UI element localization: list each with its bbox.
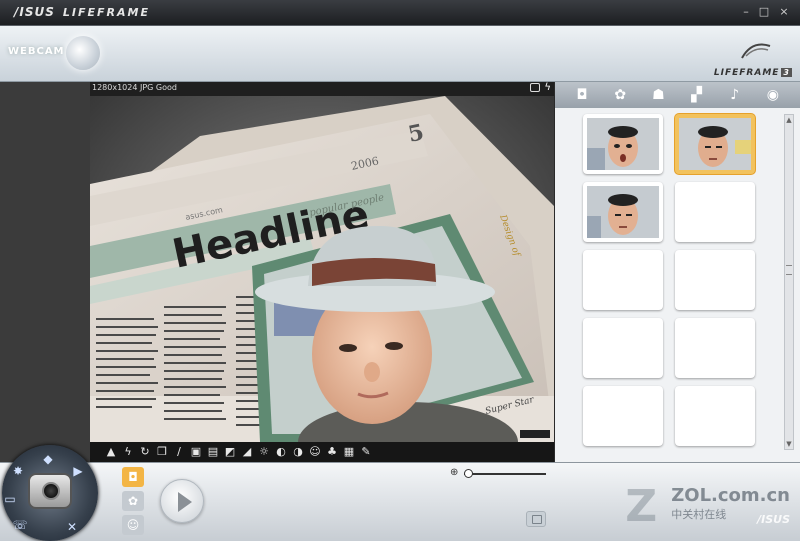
gallery-tab-icon[interactable]: ▞ — [686, 86, 708, 104]
scroll-down-icon[interactable]: ▼ — [785, 439, 793, 449]
watermark-z-icon: Z — [625, 481, 658, 532]
thumbnail-7[interactable] — [583, 318, 663, 378]
thumbnail-photo — [587, 118, 659, 170]
scene-icon[interactable]: ▲ — [104, 445, 118, 459]
watermark: Z ZOL.com.cn 中关村在线 /ISUS — [625, 485, 790, 529]
control-bar: ◆ ▶ ✸ ▭ ☏ ✕ ◘ ✿ ☺ ⊕ Z ZOL.com.cn 中关村在线 /… — [0, 445, 800, 541]
mode-label: WEBCAM — [8, 46, 65, 57]
thumbnail-9[interactable] — [583, 386, 663, 446]
color-balance-icon[interactable]: ♣ — [325, 445, 339, 459]
thumbnail-4[interactable] — [675, 182, 755, 242]
lifeframe-window: /ISUS LIFEFRAME – □ × WEBCAM LIFEFRAME 3 1… — [0, 0, 800, 541]
capture-format-label: 1280x1024 JPG Good — [92, 83, 177, 92]
maximize-button[interactable]: □ — [756, 5, 772, 19]
thumbnail-8[interactable] — [675, 318, 755, 378]
header-band: WEBCAM LIFEFRAME 3 — [0, 26, 800, 82]
thumbnail-photo — [587, 186, 659, 238]
logo-text: LIFEFRAME — [713, 68, 780, 78]
frame-logo — [520, 430, 550, 438]
window-icon[interactable]: ▦ — [342, 445, 356, 459]
gradient-icon[interactable]: ◢ — [240, 445, 254, 459]
frame-icon[interactable]: ▣ — [189, 445, 203, 459]
camera-tab-icon[interactable]: ◘ — [571, 86, 593, 104]
thumbnail-10[interactable] — [675, 386, 755, 446]
person-left-eye — [339, 344, 357, 352]
dial-screen-icon[interactable]: ▭ — [0, 489, 20, 509]
gallery-tabs: ◘ ✿ ☗ ▞ ♪ ◉ — [555, 82, 800, 108]
thumbnail-1[interactable] — [583, 114, 663, 174]
lifeframe-swoosh-icon — [741, 43, 771, 59]
gallery-panel: ◘ ✿ ☗ ▞ ♪ ◉ ▲ ▼ — [555, 82, 800, 462]
face-tab-icon[interactable]: ☗ — [647, 86, 669, 104]
camera-preview: 5 2006 asus.com Headline popular people … — [90, 96, 554, 442]
wrench-icon[interactable]: ✎ — [359, 445, 373, 459]
flash-icon[interactable]: ϟ — [544, 82, 551, 94]
contrast-icon[interactable]: ◐ — [274, 445, 288, 459]
photo-mode-button[interactable]: ◘ — [122, 467, 144, 487]
zoom-icon: ⊕ — [450, 467, 459, 478]
microphone-tab-icon[interactable]: ♪ — [724, 86, 746, 104]
thumbnail-photo — [679, 118, 751, 170]
minimize-button[interactable]: – — [738, 5, 754, 19]
dial-up-icon[interactable]: ◆ — [38, 449, 58, 469]
person-right-eye — [385, 342, 403, 350]
zoom-knob[interactable] — [464, 469, 474, 478]
scroll-up-icon[interactable]: ▲ — [785, 115, 793, 125]
brightness-icon[interactable]: ☼ — [257, 445, 271, 459]
thumbnail-3[interactable] — [583, 182, 663, 242]
capture-play-button[interactable] — [160, 479, 204, 523]
preview-info-bar: 1280x1024 JPG Good ϟ — [90, 82, 554, 96]
mode-dial[interactable]: ◆ ▶ ✸ ▭ ☏ ✕ — [2, 445, 98, 541]
layers-icon[interactable]: ❐ — [155, 445, 169, 459]
thumbnail-5[interactable] — [583, 250, 663, 310]
dial-share-icon[interactable]: ☏ — [10, 515, 30, 535]
tint-icon[interactable]: ◑ — [291, 445, 305, 459]
eye-tab-icon[interactable]: ◉ — [762, 86, 784, 104]
face-mode-button[interactable]: ☺ — [122, 515, 144, 535]
flash-icon[interactable]: ϟ — [121, 445, 135, 459]
zoom-slider[interactable]: ⊕ — [450, 467, 550, 481]
dial-effects-icon[interactable]: ✸ — [8, 461, 28, 481]
effects-tab-icon[interactable]: ✿ — [609, 86, 631, 104]
face-icon[interactable]: ☺ — [308, 445, 322, 459]
snapshot-view-icon[interactable] — [526, 511, 546, 527]
thumbnail-6[interactable] — [675, 250, 755, 310]
panel-icon[interactable]: ◩ — [223, 445, 237, 459]
effects-mode-button[interactable]: ✿ — [122, 491, 144, 511]
thumbnail-2[interactable] — [675, 114, 755, 174]
camera-icon[interactable] — [28, 473, 72, 509]
gallery-scrollbar[interactable]: ▲ ▼ — [784, 114, 794, 450]
watermark-brand: /ISUS — [757, 513, 790, 526]
watermark-site: ZOL.com.cn — [671, 485, 790, 506]
preview-scene: 5 2006 asus.com Headline popular people … — [90, 96, 554, 442]
left-margin — [0, 82, 90, 462]
scroll-grip[interactable] — [786, 265, 792, 275]
zoom-track[interactable] — [464, 473, 546, 475]
effects-toolbar: ▲ ϟ ↻ ❐ ∕ ▣ ▤ ◩ ◢ ☼ ◐ ◑ ☺ ♣ ▦ ✎ — [90, 442, 554, 462]
text-frame-icon[interactable]: ▤ — [206, 445, 220, 459]
timer-icon[interactable]: ↻ — [138, 445, 152, 459]
close-button[interactable]: × — [776, 5, 792, 19]
title-bar: /ISUS LIFEFRAME – □ × — [0, 0, 800, 26]
ruler-icon[interactable]: ∕ — [172, 445, 186, 459]
mode-orb-icon[interactable] — [66, 36, 100, 70]
asus-logo: /ISUS — [14, 5, 55, 19]
lifeframe-logo: LIFEFRAME 3 — [702, 38, 792, 78]
logo-version: 3 — [781, 68, 792, 77]
snapshot-icon[interactable] — [530, 83, 540, 92]
person-nose — [364, 362, 380, 382]
app-brand: /ISUS LIFEFRAME — [14, 5, 150, 19]
app-name: LIFEFRAME — [62, 6, 150, 19]
dial-settings-icon[interactable]: ✕ — [62, 517, 82, 537]
